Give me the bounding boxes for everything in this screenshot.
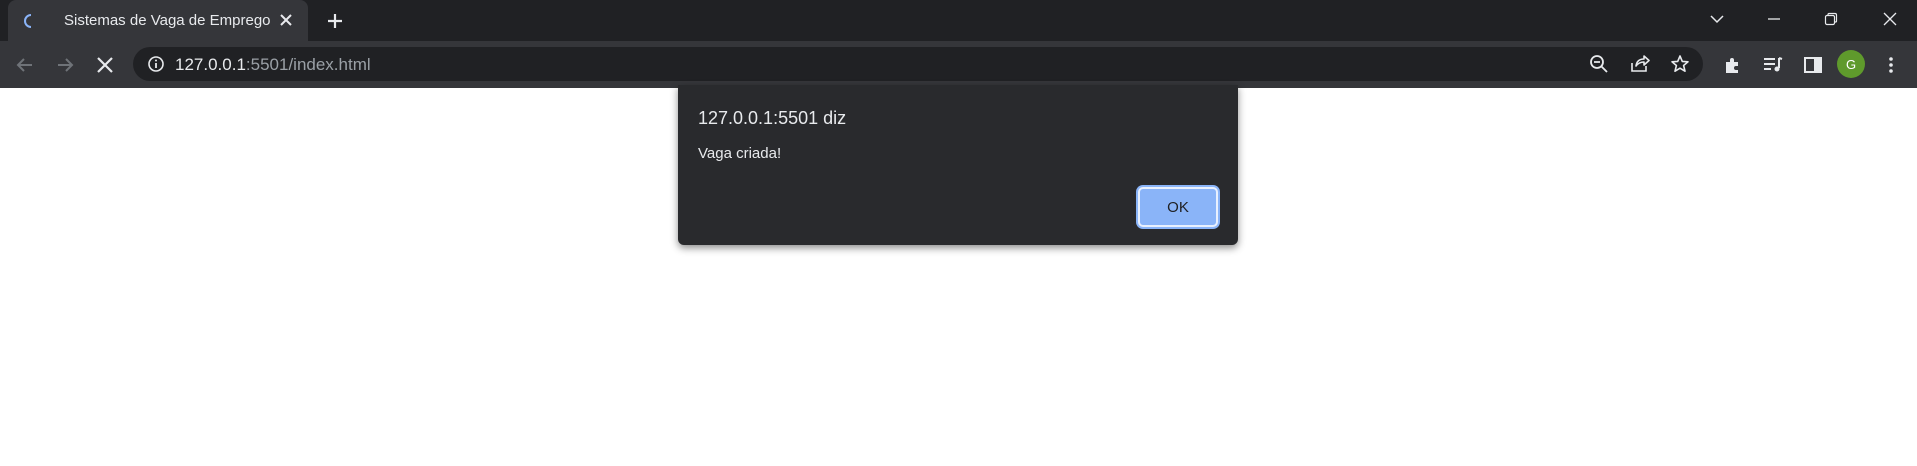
plus-icon[interactable] (322, 8, 348, 34)
chevron-down-icon[interactable] (1702, 6, 1732, 32)
restore-icon[interactable] (1816, 6, 1846, 32)
url-path: :5501/index.html (245, 55, 371, 74)
close-icon[interactable] (276, 10, 296, 30)
minimize-icon[interactable] (1759, 6, 1789, 32)
url-host: 127.0.0.1 (175, 55, 246, 74)
zoom-out-icon[interactable] (1589, 54, 1609, 74)
browser-toolbar: 127.0.0.1:5501/index.html G (0, 41, 1917, 88)
extensions-icon[interactable] (1719, 51, 1747, 79)
more-icon[interactable] (1877, 51, 1905, 79)
forward-icon[interactable] (51, 51, 79, 79)
tab-active[interactable]: Sistemas de Vaga de Emprego (8, 0, 308, 41)
back-icon[interactable] (11, 51, 39, 79)
star-icon[interactable] (1670, 54, 1690, 74)
share-icon[interactable] (1630, 54, 1650, 74)
side-panel-icon[interactable] (1799, 51, 1827, 79)
media-icon[interactable] (1759, 51, 1787, 79)
dialog-message: Vaga criada! (698, 145, 782, 162)
address-bar[interactable]: 127.0.0.1:5501/index.html (133, 47, 1703, 81)
info-icon[interactable] (147, 55, 165, 73)
ok-button[interactable]: OK (1138, 187, 1218, 227)
loading-favicon-icon (22, 13, 38, 29)
url-text[interactable]: 127.0.0.1:5501/index.html (175, 55, 371, 75)
dialog-title: 127.0.0.1:5501 diz (698, 108, 847, 128)
alert-dialog: 127.0.0.1:5501 diz Vaga criada! OK (678, 85, 1238, 245)
close-window-icon[interactable] (1875, 6, 1905, 32)
stop-icon[interactable] (91, 51, 119, 79)
tab-title: Sistemas de Vaga de Emprego (64, 12, 271, 29)
avatar[interactable]: G (1837, 50, 1865, 78)
tab-strip: Sistemas de Vaga de Emprego (0, 0, 1917, 41)
